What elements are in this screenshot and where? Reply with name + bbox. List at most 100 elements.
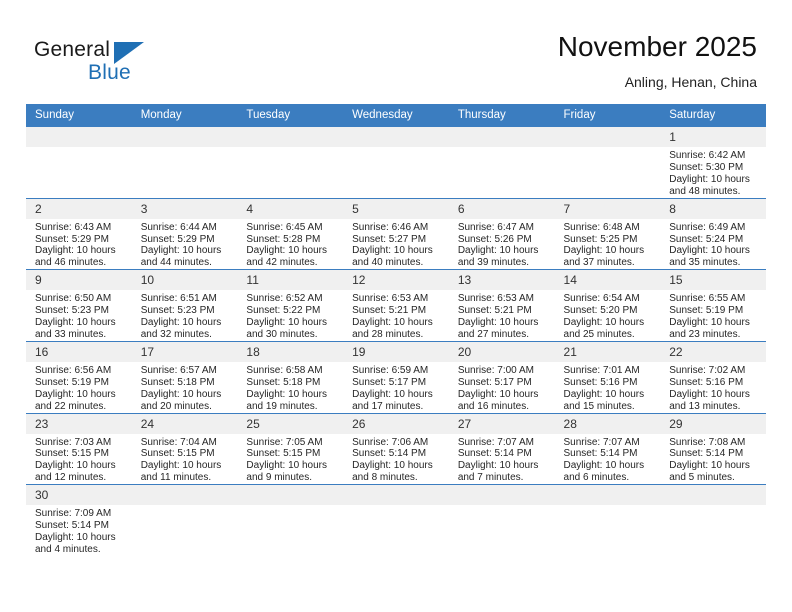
calendar-day-cell[interactable]: 23 Sunrise: 7:03 AM Sunset: 5:15 PM Dayligh…	[26, 412, 132, 485]
daylight-duration-line1: Daylight: 10 hours	[457, 317, 539, 329]
day-details: Sunrise: 6:46 AM Sunset: 5:27 PM Daylight:…	[343, 219, 449, 270]
calendar-day-cell[interactable]: 17 Sunrise: 6:57 AM Sunset: 5:18 PM Dayligh…	[131, 340, 238, 413]
calendar-day-cell[interactable]: 2 Sunrise: 6:43 AM Sunset: 5:29 PM Daylight…	[26, 197, 132, 270]
day-number: 28	[554, 413, 661, 434]
daylight-duration-line1: Daylight: 10 hours	[35, 460, 116, 472]
general-blue-logo[interactable]: General Blue	[34, 38, 184, 90]
calendar-day-cell[interactable]: 12 Sunrise: 6:53 AM Sunset: 5:21 PM Dayligh…	[343, 269, 449, 342]
calendar-cell-empty	[131, 484, 238, 556]
calendar-day-cell[interactable]: 6 Sunrise: 6:47 AM Sunset: 5:26 PM Daylight…	[448, 197, 555, 270]
sunrise-time: Sunrise: 6:50 AM	[35, 293, 112, 305]
calendar-day-cell[interactable]: 19 Sunrise: 6:59 AM Sunset: 5:17 PM Dayligh…	[343, 340, 449, 413]
daylight-duration-line1: Daylight: 10 hours	[246, 460, 328, 472]
calendar-day-cell[interactable]: 29 Sunrise: 7:08 AM Sunset: 5:14 PM Dayligh…	[660, 412, 766, 485]
daylight-duration-line2: and 22 minutes.	[35, 400, 107, 412]
sunset-time: Sunset: 5:21 PM	[457, 305, 532, 317]
daylight-duration-line2: and 12 minutes.	[35, 472, 107, 484]
calendar-week-row: 30 Sunrise: 7:09 AM Sunset: 5:14 PM Dayligh…	[26, 484, 766, 556]
calendar-day-cell[interactable]: 3 Sunrise: 6:44 AM Sunset: 5:29 PM Daylight…	[131, 197, 238, 270]
weekday-header-monday: Monday	[131, 104, 238, 127]
weekday-header-thursday: Thursday	[448, 104, 555, 127]
day-details: Sunrise: 7:03 AM Sunset: 5:15 PM Daylight:…	[26, 434, 132, 485]
sunrise-time: Sunrise: 6:47 AM	[457, 221, 534, 233]
calendar-day-cell[interactable]: 5 Sunrise: 6:46 AM Sunset: 5:27 PM Daylight…	[343, 197, 449, 270]
daylight-duration-line2: and 7 minutes.	[457, 472, 524, 484]
calendar-day-cell[interactable]: 21 Sunrise: 7:01 AM Sunset: 5:16 PM Dayligh…	[554, 340, 661, 413]
daylight-duration-line2: and 39 minutes.	[457, 257, 529, 269]
sunset-time: Sunset: 5:14 PM	[352, 448, 427, 460]
calendar-day-cell[interactable]: 28 Sunrise: 7:07 AM Sunset: 5:14 PM Dayligh…	[554, 412, 661, 485]
sunset-time: Sunset: 5:29 PM	[140, 233, 215, 245]
day-number: 11	[237, 270, 344, 291]
calendar-week-row: 16 Sunrise: 6:56 AM Sunset: 5:19 PM Dayligh…	[26, 340, 766, 413]
calendar-day-cell[interactable]: 20 Sunrise: 7:00 AM Sunset: 5:17 PM Dayligh…	[448, 340, 555, 413]
day-details: Sunrise: 7:06 AM Sunset: 5:14 PM Daylight:…	[343, 434, 449, 485]
sunrise-time: Sunrise: 6:48 AM	[563, 221, 640, 233]
calendar-day-cell[interactable]: 22 Sunrise: 7:02 AM Sunset: 5:16 PM Dayligh…	[660, 340, 766, 413]
sunrise-time: Sunrise: 7:09 AM	[35, 508, 112, 520]
calendar-day-cell[interactable]: 16 Sunrise: 6:56 AM Sunset: 5:19 PM Dayligh…	[26, 340, 132, 413]
sunrise-time: Sunrise: 7:07 AM	[457, 436, 534, 448]
day-number	[131, 127, 238, 147]
calendar-cell-empty	[448, 484, 555, 556]
sunrise-time: Sunrise: 6:42 AM	[669, 150, 746, 161]
day-details: Sunrise: 6:51 AM Sunset: 5:23 PM Daylight:…	[132, 290, 238, 341]
sunrise-time: Sunrise: 7:04 AM	[140, 436, 217, 448]
day-number	[237, 127, 344, 147]
calendar-cell-empty	[237, 126, 344, 199]
calendar-day-cell[interactable]: 7 Sunrise: 6:48 AM Sunset: 5:25 PM Daylight…	[554, 197, 661, 270]
day-number: 24	[131, 413, 238, 434]
calendar-cell-empty	[343, 484, 449, 556]
calendar-day-cell[interactable]: 15 Sunrise: 6:55 AM Sunset: 5:19 PM Dayligh…	[660, 269, 766, 342]
day-details: Sunrise: 6:50 AM Sunset: 5:23 PM Daylight:…	[26, 290, 132, 341]
daylight-duration-line2: and 27 minutes.	[457, 328, 529, 340]
calendar-day-cell[interactable]: 30 Sunrise: 7:09 AM Sunset: 5:14 PM Dayligh…	[26, 484, 132, 556]
day-details: Sunrise: 6:45 AM Sunset: 5:28 PM Daylight:…	[237, 219, 343, 270]
calendar-day-cell[interactable]: 26 Sunrise: 7:06 AM Sunset: 5:14 PM Dayligh…	[343, 412, 449, 485]
calendar-day-cell[interactable]: 9 Sunrise: 6:50 AM Sunset: 5:23 PM Daylight…	[26, 269, 132, 342]
daylight-duration-line2: and 35 minutes.	[669, 257, 741, 269]
calendar-day-cell[interactable]: 24 Sunrise: 7:04 AM Sunset: 5:15 PM Dayligh…	[131, 412, 238, 485]
calendar-day-cell[interactable]: 13 Sunrise: 6:53 AM Sunset: 5:21 PM Dayligh…	[448, 269, 555, 342]
day-number: 15	[660, 270, 766, 291]
daylight-duration-line1: Daylight: 10 hours	[563, 245, 645, 257]
daylight-duration-line1: Daylight: 10 hours	[352, 245, 433, 257]
day-number: 5	[343, 198, 449, 219]
calendar-day-cell[interactable]: 27 Sunrise: 7:07 AM Sunset: 5:14 PM Dayligh…	[448, 412, 555, 485]
daylight-duration-line2: and 15 minutes.	[563, 400, 635, 412]
sunrise-time: Sunrise: 7:03 AM	[35, 436, 112, 448]
daylight-duration-line2: and 19 minutes.	[246, 400, 318, 412]
daylight-duration-line2: and 46 minutes.	[35, 257, 107, 269]
calendar-day-cell[interactable]: 10 Sunrise: 6:51 AM Sunset: 5:23 PM Dayligh…	[131, 269, 238, 342]
sunrise-time: Sunrise: 7:00 AM	[457, 364, 534, 376]
calendar-day-cell[interactable]: 8 Sunrise: 6:49 AM Sunset: 5:24 PM Daylight…	[660, 197, 766, 270]
day-number: 12	[343, 270, 449, 291]
day-number: 9	[26, 270, 132, 291]
daylight-duration-line2: and 13 minutes.	[669, 400, 741, 412]
calendar-day-cell[interactable]: 18 Sunrise: 6:58 AM Sunset: 5:18 PM Dayligh…	[237, 340, 344, 413]
calendar-day-cell[interactable]: 25 Sunrise: 7:05 AM Sunset: 5:15 PM Dayligh…	[237, 412, 344, 485]
calendar-day-cell[interactable]: 14 Sunrise: 6:54 AM Sunset: 5:20 PM Dayligh…	[554, 269, 661, 342]
sunset-time: Sunset: 5:18 PM	[246, 376, 321, 388]
day-details: Sunrise: 7:07 AM Sunset: 5:14 PM Daylight:…	[449, 434, 555, 485]
sunrise-time: Sunrise: 6:46 AM	[352, 221, 429, 233]
calendar-day-cell[interactable]: 4 Sunrise: 6:45 AM Sunset: 5:28 PM Daylight…	[237, 197, 344, 270]
day-details: Sunrise: 6:43 AM Sunset: 5:29 PM Daylight:…	[26, 219, 132, 270]
calendar-day-cell[interactable]: 1 Sunrise: 6:42 AM Sunset: 5:30 PM Daylight…	[660, 126, 766, 199]
weekday-header-sunday: Sunday	[26, 104, 132, 127]
sunset-time: Sunset: 5:19 PM	[35, 376, 109, 388]
sunset-time: Sunset: 5:25 PM	[563, 233, 638, 245]
calendar-day-cell[interactable]: 11 Sunrise: 6:52 AM Sunset: 5:22 PM Dayligh…	[237, 269, 344, 342]
day-number	[131, 485, 238, 506]
sunrise-time: Sunrise: 6:59 AM	[352, 364, 429, 376]
day-number: 25	[237, 413, 344, 434]
daylight-duration-line2: and 17 minutes.	[352, 400, 424, 412]
day-number	[237, 485, 344, 506]
daylight-duration-line1: Daylight: 10 hours	[669, 245, 750, 257]
daylight-duration-line1: Daylight: 10 hours	[563, 460, 645, 472]
day-number: 29	[660, 413, 766, 434]
sunrise-time: Sunrise: 6:52 AM	[246, 293, 323, 305]
daylight-duration-line2: and 32 minutes.	[140, 328, 212, 340]
daylight-duration-line1: Daylight: 10 hours	[246, 245, 328, 257]
daylight-duration-line1: Daylight: 10 hours	[140, 460, 222, 472]
